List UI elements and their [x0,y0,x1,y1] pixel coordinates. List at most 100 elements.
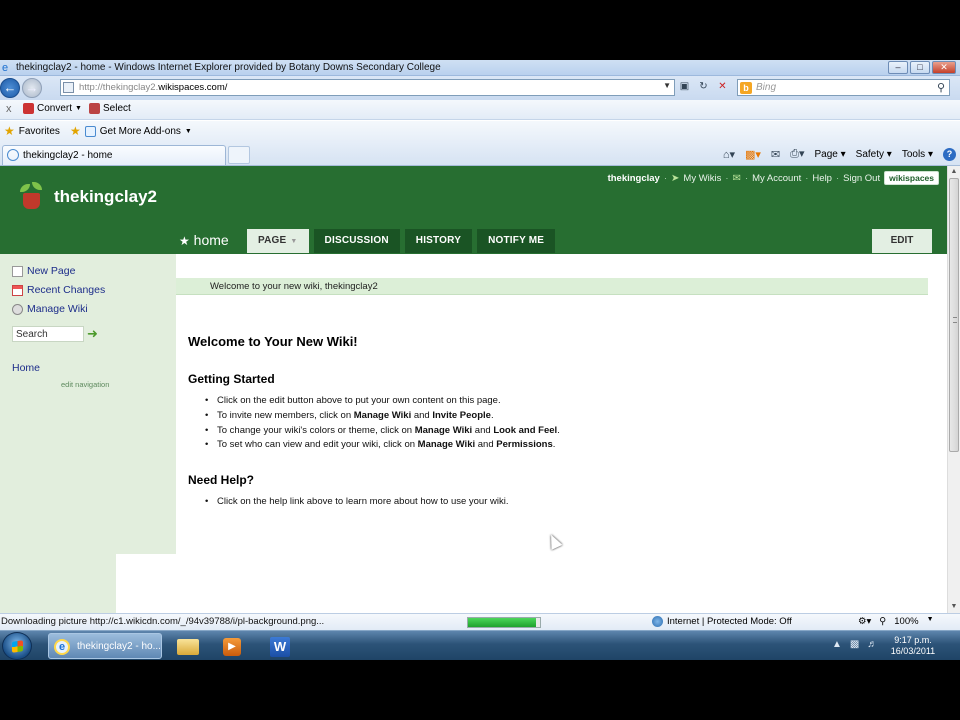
gear-icon [12,303,23,315]
chevron-down-icon[interactable]: ▼ [927,616,934,627]
media-player-icon: ▶ [223,638,241,656]
help-link[interactable]: Help [812,173,832,184]
addons-icon [84,125,96,137]
taskbar-word[interactable]: W [262,633,298,659]
compatibility-icon[interactable]: ▣ [678,80,691,94]
convert-label: Convert [37,103,73,114]
edit-button[interactable]: EDIT [872,229,932,253]
maximize-button[interactable]: □ [910,61,930,74]
select-icon [89,103,100,114]
sidebar-item-new-page[interactable]: New Page [12,265,75,277]
page-content: Welcome to Your New Wiki! Getting Starte… [176,304,931,613]
refresh-icon[interactable]: ↻ [697,80,710,94]
feeds-icon[interactable]: ▩▾ [745,148,761,161]
list-item: To set who can view and edit your wiki, … [205,439,560,454]
sidebar-item-manage-wiki[interactable]: Manage Wiki [12,303,88,315]
windows-logo-icon [12,640,23,653]
clock[interactable]: 9:17 p.m. 16/03/2011 [882,635,944,657]
stop-icon[interactable]: ✕ [716,80,729,94]
tab-loading-icon [7,149,19,161]
zoom-control[interactable]: ⚙▾ ⚲ 100% ▼ [858,616,934,627]
show-hidden-icons-icon[interactable]: ▲ [832,639,842,650]
edit-navigation-link[interactable]: edit navigation [61,380,109,389]
sidebar-band [116,254,176,554]
address-tools: ▣ ↻ ✕ [678,80,729,94]
star-icon[interactable]: ★ [179,234,190,248]
page-menu[interactable]: Page ▾ [814,149,845,160]
zoom-icon: ⚲ [879,616,887,627]
list-item: Click on the help link above to learn mo… [205,496,509,511]
favorites-label: Favorites [18,125,60,137]
taskbar-media-player[interactable]: ▶ [214,633,250,659]
globe-icon [652,616,663,627]
tab-row: thekingclay2 - home ⌂▾ ▩▾ ✉ ⎙▾ Page ▾ Sa… [0,142,960,166]
tools-menu[interactable]: Tools ▾ [902,149,933,160]
system-tray: ▲ ▩ ♬ [832,639,877,650]
address-bar[interactable]: http://thekingclay2.wikispaces.com/ ▼ [60,79,675,96]
username-link[interactable]: thekingclay [608,173,660,184]
convert-toolbar: x Convert ▼ Select [0,100,960,120]
word-icon: W [270,637,290,657]
wiki-logo-icon[interactable] [20,182,44,212]
tab-discussion[interactable]: DISCUSSION [313,229,400,253]
scroll-up-icon[interactable]: ▲ [948,166,960,178]
popup-icon[interactable]: ⚙▾ [858,616,871,627]
volume-icon[interactable]: ♬ [867,639,877,650]
taskbar-ie-window[interactable]: e thekingclay2 - ho... [48,633,162,659]
scrollbar-thumb[interactable] [949,178,959,452]
download-progress [467,617,541,628]
tab-page[interactable]: PAGE ▼ [247,229,309,253]
print-icon[interactable]: ⎙▾ [790,147,804,161]
sidebar-item-home[interactable]: Home [12,362,40,374]
search-box[interactable]: b Bing ⚲ [737,79,950,96]
chevron-down-icon: ▼ [184,127,192,135]
wikispaces-badge[interactable]: wikispaces [884,171,939,185]
ie-icon: e [54,639,70,655]
address-dropdown-icon[interactable]: ▼ [663,81,671,90]
my-wikis-link[interactable]: My Wikis [683,173,721,184]
close-button[interactable]: ✕ [932,61,956,74]
search-go-arrow-icon[interactable]: ➜ [87,327,101,341]
vertical-scrollbar[interactable]: ▲ ▼ [947,166,960,613]
new-page-icon [12,265,23,277]
taskbar-explorer[interactable] [170,633,206,659]
forward-button[interactable]: → [22,78,42,98]
zone-label: Internet | Protected Mode: Off [667,616,792,627]
sign-out-link[interactable]: Sign Out [843,173,880,184]
scroll-down-icon[interactable]: ▼ [948,601,960,613]
clock-date: 16/03/2011 [890,646,936,656]
search-icon[interactable]: ⚲ [937,81,945,94]
new-tab-button[interactable] [228,146,250,164]
select-button[interactable]: Select [89,103,131,114]
mail-icon[interactable]: ✉ [771,148,780,161]
get-more-addons-button[interactable]: ★ Get More Add-ons ▼ [70,125,192,137]
tab-history[interactable]: HISTORY [404,229,473,253]
browser-tab[interactable]: thekingclay2 - home [2,145,226,165]
site-name[interactable]: thekingclay2 [54,187,157,207]
safety-menu[interactable]: Safety ▾ [856,149,892,160]
sidebar-search-input[interactable]: Search [12,326,84,342]
download-status: Downloading picture http://c1.wikicdn.co… [1,616,325,627]
favorites-button[interactable]: ★ Favorites [4,125,60,137]
home-icon[interactable]: ⌂▾ [723,148,735,161]
window-title: thekingclay2 - home - Windows Internet E… [16,62,441,73]
close-toolbar-icon[interactable]: x [6,103,12,115]
convert-button[interactable]: Convert ▼ [23,103,82,114]
sidebar-item-recent-changes[interactable]: Recent Changes [12,284,105,296]
network-icon[interactable]: ▩ [850,639,859,650]
list-item: To change your wiki's colors or theme, c… [205,425,560,440]
bing-icon: b [740,82,752,94]
start-button[interactable] [2,632,32,660]
minimize-button[interactable]: – [888,61,908,74]
window-controls: – □ ✕ [888,61,956,74]
sidebar-search-placeholder: Search [16,329,48,340]
window-titlebar: e thekingclay2 - home - Windows Internet… [0,60,960,76]
security-zone[interactable]: Internet | Protected Mode: Off [652,616,792,627]
command-bar: ⌂▾ ▩▾ ✉ ⎙▾ Page ▾ Safety ▾ Tools ▾ ? [723,147,956,161]
back-button[interactable]: ← [0,78,20,98]
help-icon[interactable]: ? [943,147,956,161]
screen: e thekingclay2 - home - Windows Internet… [0,60,960,660]
my-account-link[interactable]: My Account [752,173,801,184]
tab-notify-me[interactable]: NOTIFY ME [477,229,556,253]
page-title-text: home [193,232,229,248]
